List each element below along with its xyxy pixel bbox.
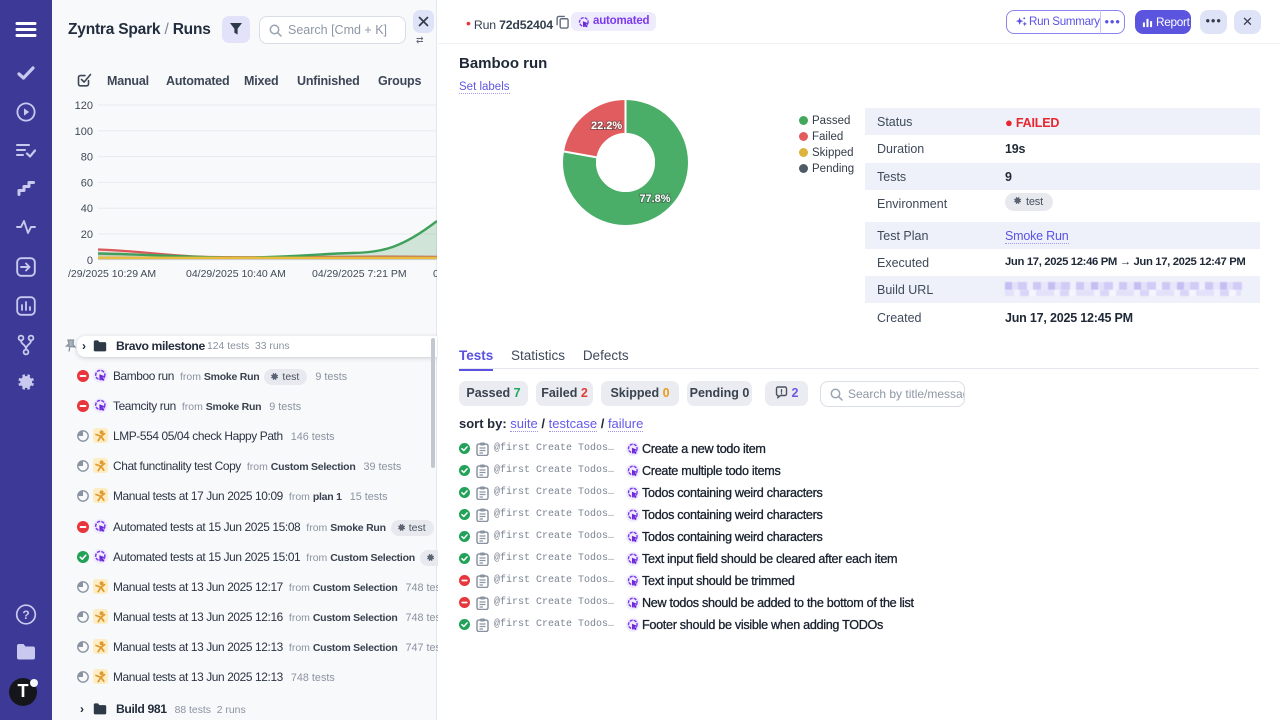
svg-text:22.2%: 22.2% <box>591 120 622 132</box>
svg-text:0: 0 <box>87 255 93 267</box>
svg-text:100: 100 <box>75 126 93 138</box>
svg-text:80: 80 <box>81 152 93 164</box>
svg-text:0: 0 <box>433 268 437 280</box>
svg-text:40: 40 <box>81 203 93 215</box>
svg-text:77.8%: 77.8% <box>639 193 670 205</box>
svg-text:20: 20 <box>81 229 93 241</box>
svg-text:/29/2025 10:29 AM: /29/2025 10:29 AM <box>68 268 156 280</box>
svg-text:120: 120 <box>75 100 93 112</box>
svg-text:?: ? <box>22 608 29 622</box>
svg-text:04/29/2025 10:40 AM: 04/29/2025 10:40 AM <box>186 268 286 280</box>
svg-text:60: 60 <box>81 177 93 189</box>
svg-text:04/29/2025 7:21 PM: 04/29/2025 7:21 PM <box>312 268 407 280</box>
